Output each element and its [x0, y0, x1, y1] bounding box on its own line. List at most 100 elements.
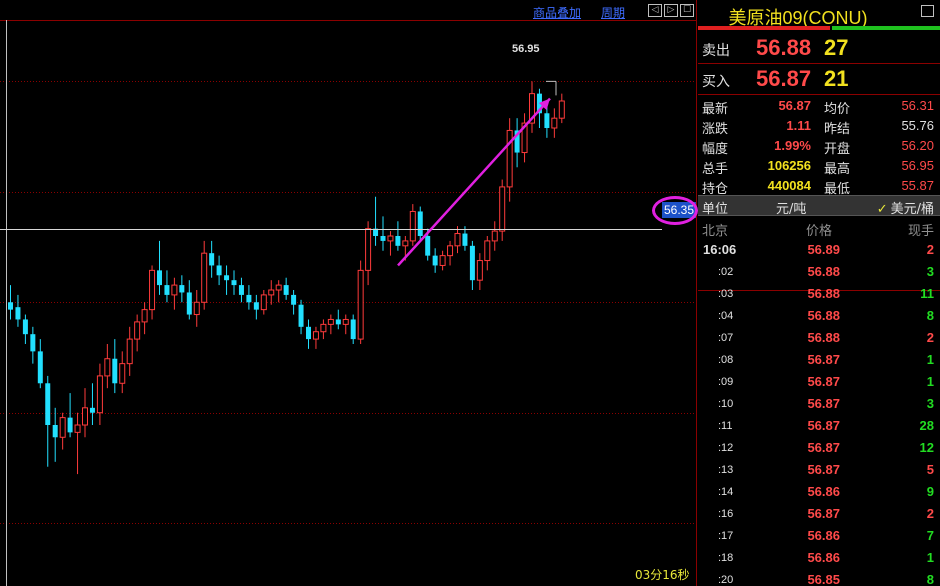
nav-fit-button[interactable]: ☐: [680, 4, 694, 17]
stat-item: 最新 56.87: [702, 96, 811, 117]
stat-value: 1.99%: [774, 138, 811, 153]
buy-label: 买入: [702, 74, 730, 90]
tick-volume: 2: [926, 506, 934, 521]
stat-value: 440084: [767, 178, 811, 193]
stat-value: 56.87: [778, 98, 811, 113]
tick-time: :02: [718, 266, 734, 278]
candle-body: [126, 338, 133, 365]
tick-volume: 5: [926, 462, 934, 477]
candlestick-chart[interactable]: [0, 0, 697, 586]
tick-header-time: 北京: [702, 224, 729, 239]
tick-volume: 12: [919, 440, 934, 455]
divider: [698, 94, 940, 95]
unit-row: 单位 元/吨 ✓ 美元/桶: [698, 195, 940, 217]
candle-body: [231, 280, 237, 286]
candle-body: [157, 270, 162, 286]
highlight-ellipse: [652, 196, 698, 225]
candle-body: [37, 351, 43, 384]
period-link[interactable]: 周期: [601, 4, 625, 21]
tick-row: :07 56.88 2: [698, 328, 940, 350]
candle-body: [551, 117, 558, 129]
nav-next-button[interactable]: ▷: [664, 4, 678, 17]
unit-barrel-label: 美元/桶: [890, 202, 934, 217]
buy-price: 56.87: [756, 66, 812, 91]
tick-volume: 2: [926, 242, 934, 257]
candle-body: [171, 284, 178, 296]
candle-body: [544, 113, 550, 128]
candle-body: [82, 407, 88, 426]
check-icon: ✓: [876, 202, 888, 217]
candle-body: [395, 236, 401, 246]
candle-body: [417, 211, 423, 236]
tick-price: 56.85: [807, 572, 840, 586]
stat-item: 均价 56.31: [824, 96, 934, 117]
tick-volume: 1: [926, 352, 934, 367]
candle-body: [74, 424, 81, 433]
tick-row: :12 56.87 12: [698, 438, 940, 460]
tick-time: :20: [718, 574, 734, 586]
candle-body: [224, 275, 230, 281]
candle-body: [432, 255, 438, 266]
tick-volume: 3: [926, 396, 934, 411]
tick-price: 56.87: [807, 440, 840, 455]
tick-row: :03 56.88 11: [698, 284, 940, 306]
tick-time: :17: [718, 530, 734, 542]
candle-body: [484, 240, 491, 262]
candle-body: [104, 358, 111, 377]
candle-body: [112, 358, 118, 384]
candle-body: [357, 269, 364, 340]
unit-option-barrel[interactable]: ✓ 美元/桶: [877, 198, 934, 217]
tick-time: :13: [718, 464, 734, 476]
candle-body: [164, 285, 170, 295]
candle-body: [335, 319, 341, 325]
stat-item: 最高 56.95: [824, 156, 934, 177]
stat-label: 总手: [702, 162, 729, 177]
overlay-link[interactable]: 商品叠加: [533, 4, 581, 21]
candle-body: [246, 294, 252, 303]
candle-body: [193, 301, 200, 316]
tick-volume: 1: [926, 550, 934, 565]
stat-item: 总手 106256: [702, 156, 811, 177]
candle-body: [52, 425, 58, 438]
tick-volume: 7: [926, 528, 934, 543]
tick-header: 北京 价格 现手: [698, 218, 940, 239]
sell-row: 卖出 56.88 27: [698, 33, 940, 63]
tick-price: 56.87: [807, 506, 840, 521]
chart-area[interactable]: 商品叠加 周期 ◁ ▷ ☐ 56.95 56.35 03分16秒: [0, 0, 698, 586]
candle-body: [365, 228, 372, 271]
candle-body: [312, 331, 319, 340]
candle-body: [454, 233, 461, 247]
tick-row: :11 56.87 28: [698, 416, 940, 438]
stat-label: 最新: [702, 102, 729, 117]
candle-body: [201, 252, 208, 303]
candle-body: [291, 294, 297, 305]
candle-body: [253, 302, 259, 310]
stat-value: 55.76: [901, 118, 934, 133]
sell-volume: 27: [824, 35, 849, 60]
tick-price: 56.88: [807, 264, 840, 279]
candle-body: [30, 334, 36, 352]
candle-body: [491, 230, 498, 242]
stat-label: 幅度: [702, 142, 729, 157]
tick-price: 56.88: [807, 286, 840, 301]
candle-body: [499, 186, 506, 232]
candle-body: [409, 210, 416, 242]
candle-body: [327, 318, 334, 325]
tick-row: :04 56.88 8: [698, 306, 940, 328]
tick-price: 56.87: [807, 462, 840, 477]
tick-price: 56.88: [807, 308, 840, 323]
candle-body: [45, 383, 51, 425]
stat-item: 最低 55.87: [824, 176, 934, 197]
nav-prev-button[interactable]: ◁: [648, 4, 662, 17]
tick-time: :08: [718, 354, 734, 366]
candle-body: [402, 240, 409, 247]
window-toggle-button[interactable]: [921, 5, 934, 17]
stat-item: 涨跌 1.11: [702, 116, 811, 137]
candle-body: [268, 289, 275, 296]
ratio-bar-green: [832, 26, 940, 30]
candle-body: [476, 260, 483, 281]
tick-volume: 3: [926, 264, 934, 279]
tick-row: :18 56.86 1: [698, 548, 940, 570]
tick-time: :03: [718, 288, 734, 300]
unit-option-ton[interactable]: 元/吨: [776, 198, 806, 217]
